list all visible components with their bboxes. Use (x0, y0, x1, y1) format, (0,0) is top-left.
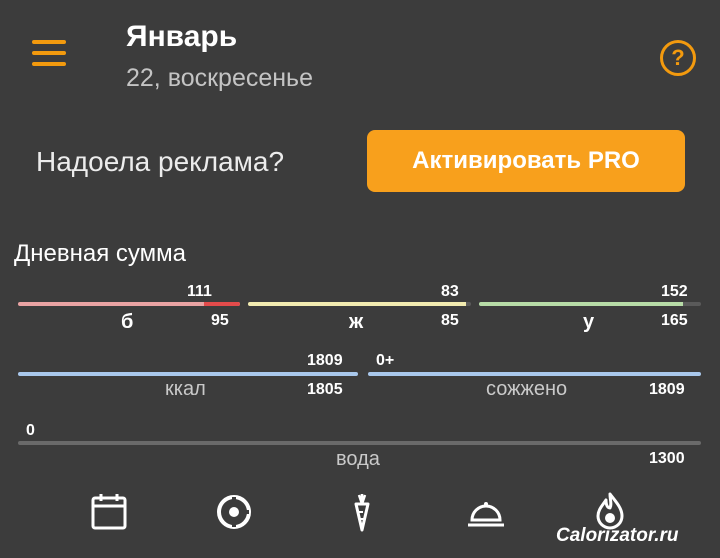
carbs-label: у (583, 311, 595, 333)
fat-consumed: 83 (441, 283, 459, 300)
calendar-icon[interactable] (90, 492, 130, 532)
water-label: вода (336, 448, 380, 470)
meal-cloche-icon[interactable] (466, 492, 506, 532)
kcal-target: 1805 (307, 381, 343, 398)
pie-chart-icon[interactable] (214, 492, 254, 532)
fat-label: ж (349, 311, 364, 333)
ad-text: Надоела реклама? (36, 146, 285, 177)
protein-target: 95 (211, 312, 229, 329)
fat-bar-fill (248, 302, 466, 306)
protein-bar-over (204, 302, 240, 306)
water-value: 0 (26, 422, 35, 439)
menu-icon[interactable] (32, 40, 66, 66)
protein-label: б (121, 311, 134, 333)
protein-consumed: 111 (187, 283, 212, 300)
kcal-label: ккал (165, 378, 206, 400)
brand-watermark: Calorizator.ru (556, 525, 679, 546)
kcal-bar-fill (18, 372, 358, 376)
water-bar (18, 441, 701, 445)
kcal-bar (18, 372, 358, 376)
flame-drop-icon[interactable] (590, 490, 630, 530)
carbs-bar (479, 302, 701, 306)
carbs-target: 165 (661, 312, 688, 329)
carbs-bar-fill (479, 302, 684, 306)
protein-bar (18, 302, 240, 306)
fat-target: 85 (441, 312, 459, 329)
page-title: Январь (126, 20, 238, 53)
help-icon[interactable]: ? (660, 40, 696, 76)
burned-label: сожжено (486, 378, 568, 400)
burned-bar-fill (368, 372, 701, 376)
kcal-consumed: 1809 (307, 352, 343, 369)
carbs-consumed: 152 (661, 283, 688, 300)
carrot-icon[interactable] (342, 492, 382, 532)
fat-bar (248, 302, 471, 306)
burned-value: 0+ (376, 352, 395, 369)
daily-sum-title: Дневная сумма (14, 240, 186, 267)
water-target: 1300 (649, 450, 685, 467)
activate-pro-button[interactable]: Активировать PRO (367, 130, 685, 192)
burned-target: 1809 (649, 381, 685, 398)
date-subtitle: 22, воскресенье (126, 64, 313, 92)
burned-bar (368, 372, 701, 376)
